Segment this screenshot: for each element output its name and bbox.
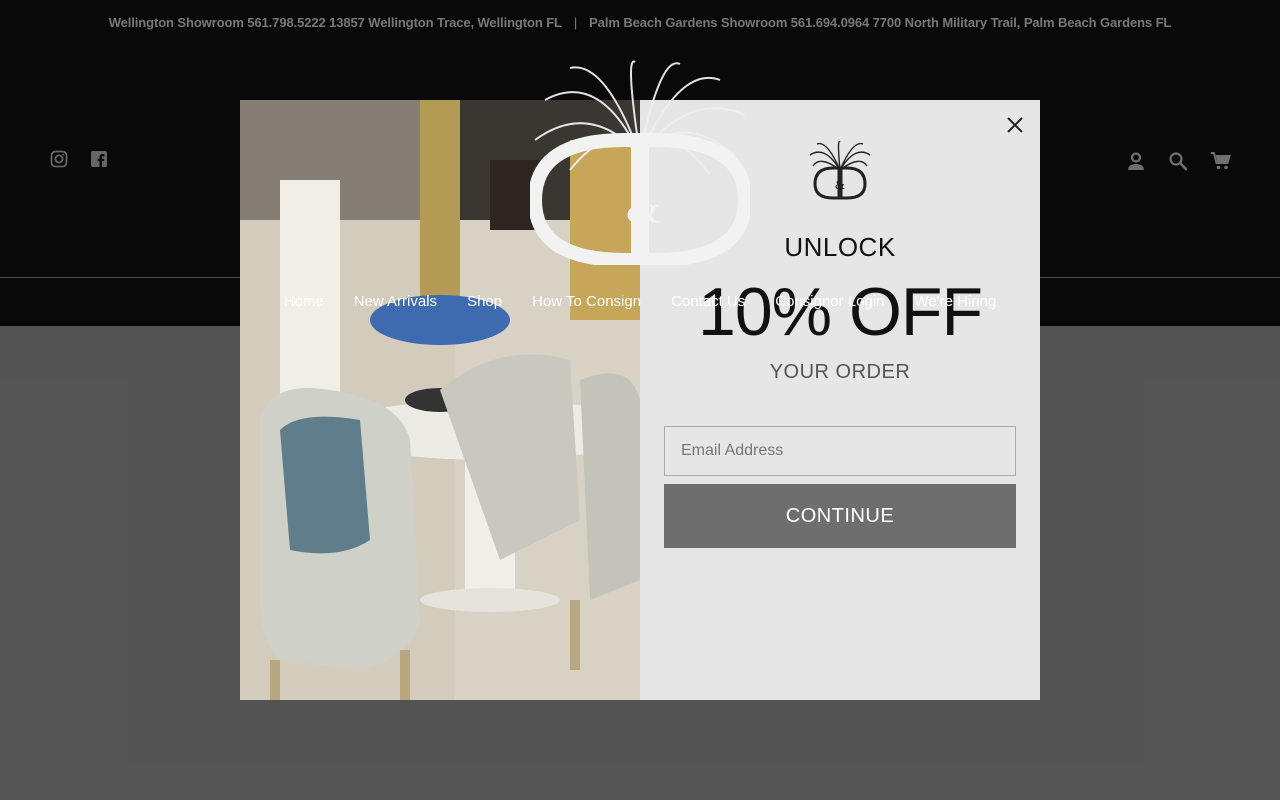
close-icon[interactable] bbox=[1004, 114, 1026, 136]
site-logo[interactable]: & bbox=[527, 60, 753, 267]
email-field[interactable] bbox=[664, 426, 1016, 476]
continue-button[interactable]: CONTINUE bbox=[664, 484, 1016, 548]
popup-offer-text: 10% OFF bbox=[698, 274, 983, 350]
popup-logo: & bbox=[805, 140, 875, 202]
popup-order-text: YOUR ORDER bbox=[769, 361, 911, 383]
svg-text:&: & bbox=[626, 183, 660, 232]
svg-text:&: & bbox=[835, 177, 845, 192]
